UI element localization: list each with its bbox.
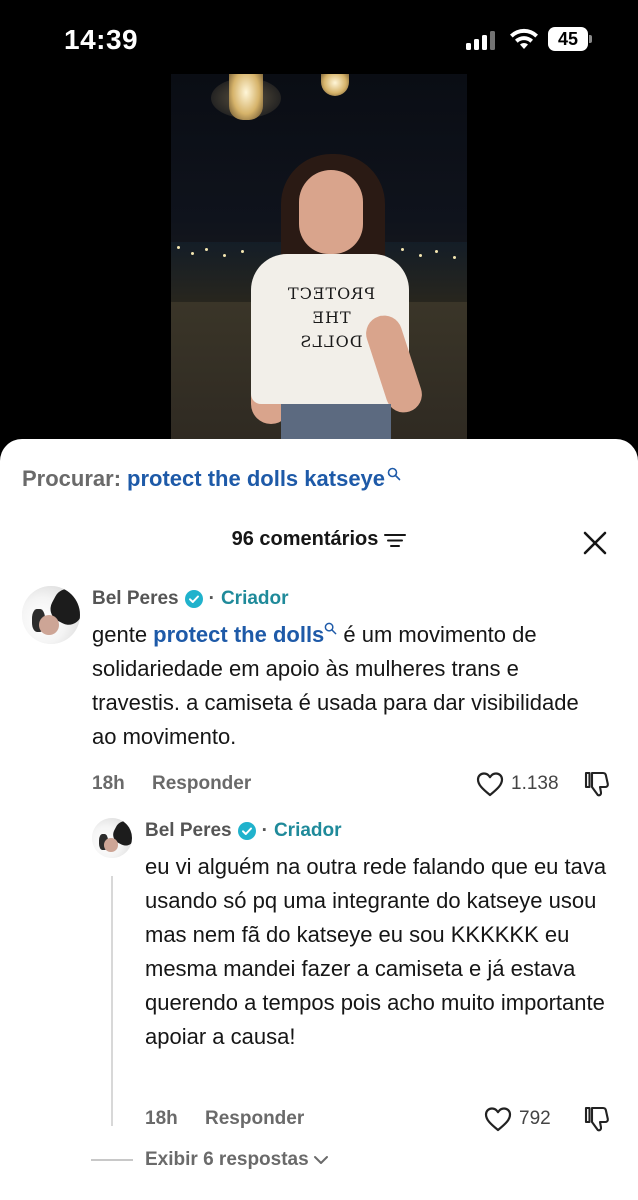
sort-filter-icon[interactable] [384,532,407,548]
cellular-signal-icon [466,31,496,50]
creator-badge: Criador [220,588,289,609]
status-bar: 14:39 45 [0,0,638,80]
reply-button[interactable]: Responder [205,1108,304,1130]
comment-author-row: Bel Peres · Criador [92,588,289,610]
view-replies-label: Exibir 6 respostas [145,1149,309,1170]
ceiling-lamp [229,74,263,120]
verified-badge-icon [237,822,256,840]
reply-button[interactable]: Responder [152,773,251,795]
heart-icon[interactable] [476,771,504,797]
divider [91,1159,133,1161]
battery-icon: 45 [548,27,592,51]
reply-author-row: Bel Peres · Criador [145,820,342,842]
search-icon [324,622,337,635]
verified-badge-icon [184,590,203,608]
search-suggestion[interactable]: Procurar: protect the dolls katseye [22,466,401,496]
comment-text: gente protect the dolls é um movimento d… [92,622,579,749]
thread-line [111,876,113,1126]
search-icon [387,467,401,481]
author-name[interactable]: Bel Peres [92,588,179,610]
search-query-link[interactable]: protect the dolls katseye [127,466,385,491]
reply-text: eu vi alguém na outra rede falando que e… [145,854,607,1049]
video-player[interactable]: PROTECT THE DOLLS [171,74,467,440]
comment-time: 18h [92,773,125,794]
avatar[interactable] [92,818,132,858]
separator-dot: · [208,588,215,609]
shirt-print: PROTECT THE DOLLS [286,284,376,351]
like-count: 1.138 [511,773,559,794]
comments-count: 96 comentários [231,528,379,551]
author-name[interactable]: Bel Peres [145,820,232,842]
view-replies-button[interactable]: Exibir 6 respostas [91,1149,329,1171]
avatar[interactable] [22,586,80,644]
comments-header: 96 comentários [0,528,638,551]
search-label: Procurar: [22,466,122,491]
like-count: 792 [519,1108,551,1129]
heart-icon[interactable] [484,1106,512,1132]
status-time: 14:39 [64,24,139,55]
creator-badge: Criador [273,820,342,841]
person-face [299,170,363,254]
dislike-icon[interactable] [583,770,611,798]
chevron-down-icon [313,1156,328,1164]
battery-level: 45 [557,28,579,49]
close-icon[interactable] [582,530,608,556]
comment-search-link[interactable]: protect the dolls [153,622,324,647]
reply-time: 18h [145,1108,178,1129]
separator-dot: · [261,820,268,841]
wifi-icon [510,28,538,49]
dislike-icon[interactable] [583,1105,611,1133]
